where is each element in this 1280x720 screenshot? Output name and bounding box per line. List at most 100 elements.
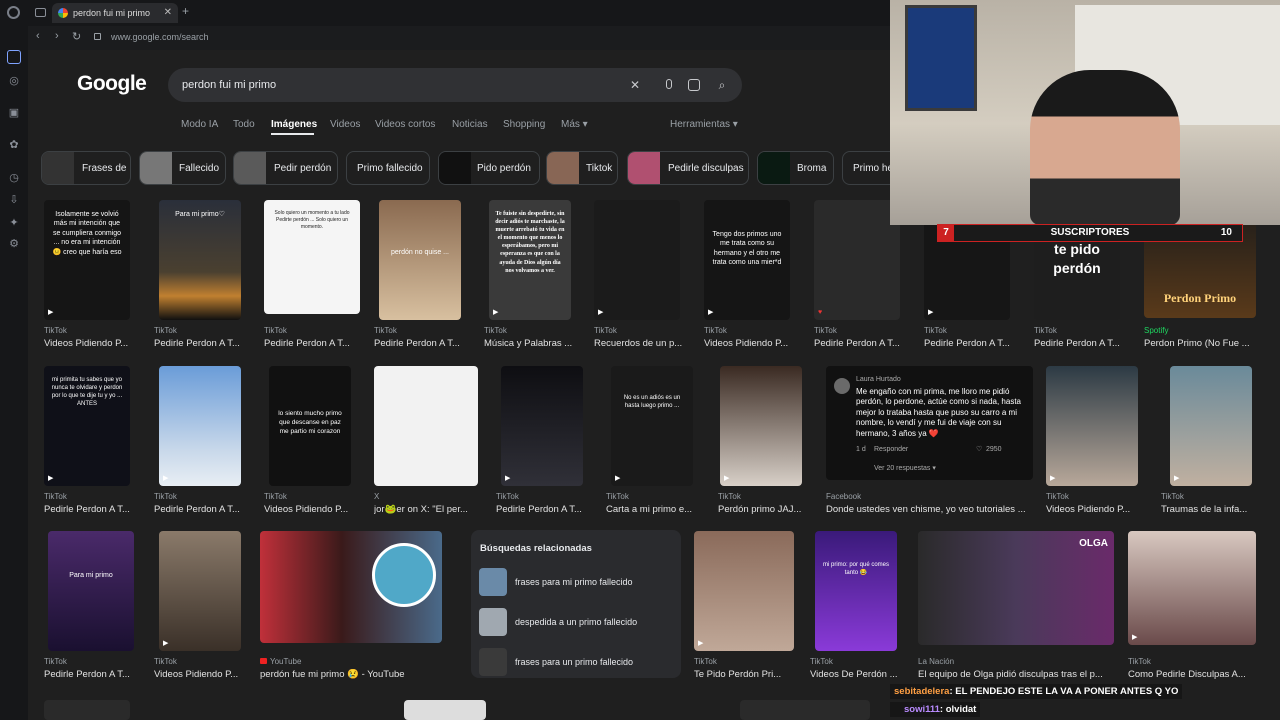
- result-title[interactable]: Traumas de la infa...: [1161, 504, 1261, 515]
- result-title[interactable]: Pedirle Perdon A T...: [814, 338, 914, 349]
- lens-icon[interactable]: [688, 79, 700, 91]
- settings-icon[interactable]: ✿: [7, 138, 21, 152]
- result-card[interactable]: [44, 700, 130, 720]
- search-box[interactable]: perdon fui mi primo ✕ ⌕: [168, 68, 742, 102]
- result-card[interactable]: [404, 700, 486, 720]
- tab-todo[interactable]: Todo: [233, 119, 255, 130]
- mic-icon[interactable]: [666, 79, 672, 89]
- result-card[interactable]: mi primo: por qué comes tanto 😂 TikTok V…: [810, 531, 910, 681]
- result-card[interactable]: Te fuiste sin despedirte, sin decir adió…: [484, 200, 584, 350]
- result-title[interactable]: Videos De Perdón ...: [810, 669, 910, 680]
- chip-pedir-perdon[interactable]: Pedir perdón: [233, 151, 338, 185]
- result-title[interactable]: Pedirle Perdon A T...: [154, 504, 254, 515]
- chip-frases-de[interactable]: Frases de: [41, 151, 131, 185]
- tab-close-icon[interactable]: ✕: [164, 3, 172, 23]
- result-card[interactable]: lo siento mucho primo que descanse en pa…: [264, 366, 364, 516]
- result-card[interactable]: Para mi primo♡ TikTok Pedirle Perdon A T…: [154, 200, 254, 350]
- result-card[interactable]: mi primita tu sabes que yo nunca te olvi…: [44, 366, 144, 516]
- new-tab-icon[interactable]: +: [182, 4, 189, 18]
- result-title[interactable]: Recuerdos de un p...: [594, 338, 694, 349]
- gear-icon[interactable]: ⚙: [7, 237, 21, 251]
- result-card[interactable]: Laura Hurtado Me engaño con mi prima, me…: [826, 366, 1038, 516]
- result-title[interactable]: El equipo de Olga pidió disculpas tras e…: [918, 669, 1114, 680]
- result-card[interactable]: ▶ TikTok Videos Pidiendo P...: [154, 531, 254, 681]
- result-card[interactable]: ▶ TikTok Traumas de la infa...: [1161, 366, 1261, 516]
- result-title[interactable]: Pedirle Perdon A T...: [924, 338, 1024, 349]
- tools-button[interactable]: Herramientas ▾: [670, 119, 738, 130]
- chip-tiktok[interactable]: Tiktok: [546, 151, 618, 185]
- tab-google-search[interactable]: perdon fui mi primo ✕: [52, 3, 178, 23]
- result-title[interactable]: Como Pedirle Disculpas A...: [1128, 669, 1262, 680]
- chip-pido-perdon[interactable]: Pido perdón: [438, 151, 540, 185]
- result-title[interactable]: Videos Pidiendo P...: [44, 338, 144, 349]
- result-title[interactable]: Pedirle Perdon A T...: [154, 338, 254, 349]
- related-item[interactable]: frases para un primo fallecido: [471, 644, 681, 680]
- browser-logo-icon[interactable]: [7, 6, 20, 19]
- history-icon[interactable]: ◷: [7, 171, 21, 185]
- result-title[interactable]: perdón fue mi primo 😢 - YouTube: [260, 669, 450, 680]
- result-card[interactable]: OLGA La Nación El equipo de Olga pidió d…: [918, 531, 1118, 681]
- chip-pedirle-disculpas[interactable]: Pedirle disculpas: [627, 151, 749, 185]
- result-title[interactable]: Videos Pidiendo P...: [154, 669, 254, 680]
- result-title[interactable]: Pedirle Perdon A T...: [374, 338, 474, 349]
- result-title[interactable]: Videos Pidiendo P...: [264, 504, 364, 515]
- result-title[interactable]: Pedirle Perdon A T...: [496, 504, 596, 515]
- tab-videos[interactable]: Videos: [330, 119, 360, 130]
- result-title[interactable]: Videos Pidiendo P...: [1046, 504, 1146, 515]
- result-card[interactable]: [740, 700, 870, 720]
- downloads-icon[interactable]: ⇩: [7, 193, 21, 207]
- forward-icon[interactable]: ›: [55, 30, 59, 42]
- search-icon[interactable]: ⌕: [715, 78, 729, 92]
- back-icon[interactable]: ‹: [36, 30, 40, 42]
- result-card[interactable]: ▶ TikTok Videos Pidiendo P...: [1046, 366, 1146, 516]
- result-card[interactable]: ▶ TikTok Recuerdos de un p...: [594, 200, 694, 350]
- tab-noticias[interactable]: Noticias: [452, 119, 488, 130]
- result-card[interactable]: perdón no quise ... TikTok Pedirle Perdo…: [374, 200, 474, 350]
- clear-icon[interactable]: ✕: [628, 78, 642, 92]
- result-card[interactable]: Isolamente se volvió más mi intención qu…: [44, 200, 144, 350]
- result-title[interactable]: Pedirle Perdon A T...: [44, 669, 144, 680]
- tabs-icon[interactable]: [35, 8, 46, 17]
- result-card[interactable]: Tengo dos primos uno me trata como su he…: [704, 200, 804, 350]
- chip-fallecido[interactable]: Fallecido: [139, 151, 226, 185]
- related-item[interactable]: despedida a un primo fallecido: [471, 604, 681, 640]
- result-card[interactable]: ▶ TikTok Pedirle Perdon A T...: [154, 366, 254, 516]
- result-card[interactable]: Solo quiero un momento a tu lado Pedirte…: [264, 200, 364, 350]
- result-card[interactable]: ▶ TikTok Perdón primo JAJ...: [718, 366, 818, 516]
- result-card[interactable]: YouTube perdón fue mi primo 😢 - YouTube: [260, 531, 450, 681]
- chip-broma[interactable]: Broma: [757, 151, 834, 185]
- search-input[interactable]: perdon fui mi primo: [182, 68, 276, 102]
- google-logo[interactable]: Google: [77, 72, 147, 96]
- result-card[interactable]: Para mi primo TikTok Pedirle Perdon A T.…: [44, 531, 144, 681]
- chip-primo-fallecido[interactable]: Primo fallecido: [346, 151, 430, 185]
- tab-videos-cortos[interactable]: Videos cortos: [375, 119, 435, 130]
- result-card[interactable]: No es un adiós es un hasta luego primo .…: [606, 366, 706, 516]
- facebook-post-image: Laura Hurtado Me engaño con mi prima, me…: [826, 366, 1033, 480]
- result-title[interactable]: Videos Pidiendo P...: [704, 338, 804, 349]
- tab-imagenes[interactable]: Imágenes: [271, 119, 317, 130]
- tab-mas[interactable]: Más ▾: [561, 119, 588, 130]
- result-card[interactable]: ▶ TikTok Te Pido Perdón Pri...: [694, 531, 804, 681]
- url-field[interactable]: www.google.com/search: [111, 32, 209, 42]
- result-card[interactable]: ▶ TikTok Pedirle Perdon A T...: [496, 366, 596, 516]
- tab-modo-ia[interactable]: Modo IA: [181, 119, 218, 130]
- home-icon[interactable]: [7, 50, 21, 64]
- result-title[interactable]: Música y Palabras ...: [484, 338, 584, 349]
- result-card[interactable]: ▶ TikTok Como Pedirle Disculpas A...: [1128, 531, 1262, 681]
- result-title[interactable]: Donde ustedes ven chisme, yo veo tutoria…: [826, 504, 1038, 515]
- result-title[interactable]: Perdón primo JAJ...: [718, 504, 818, 515]
- game-icon[interactable]: ◎: [7, 74, 21, 88]
- reload-icon[interactable]: ↻: [72, 30, 81, 43]
- result-title[interactable]: Perdon Primo (No Fue ...: [1144, 338, 1264, 349]
- result-title[interactable]: Te Pido Perdón Pri...: [694, 669, 794, 680]
- result-title[interactable]: Pedirle Perdon A T...: [44, 504, 144, 515]
- result-title[interactable]: Pedirle Perdon A T...: [264, 338, 364, 349]
- result-card[interactable]: X jor🐸er on X: "El per...: [374, 366, 480, 516]
- extensions-icon[interactable]: ✦: [7, 216, 21, 230]
- mail-icon[interactable]: ▣: [7, 106, 21, 120]
- result-title[interactable]: Pedirle Perdon A T...: [1034, 338, 1134, 349]
- tab-shopping[interactable]: Shopping: [503, 119, 545, 130]
- result-title[interactable]: Carta a mi primo e...: [606, 504, 706, 515]
- related-item[interactable]: frases para mi primo fallecido: [471, 564, 681, 600]
- result-title[interactable]: jor🐸er on X: "El per...: [374, 504, 480, 515]
